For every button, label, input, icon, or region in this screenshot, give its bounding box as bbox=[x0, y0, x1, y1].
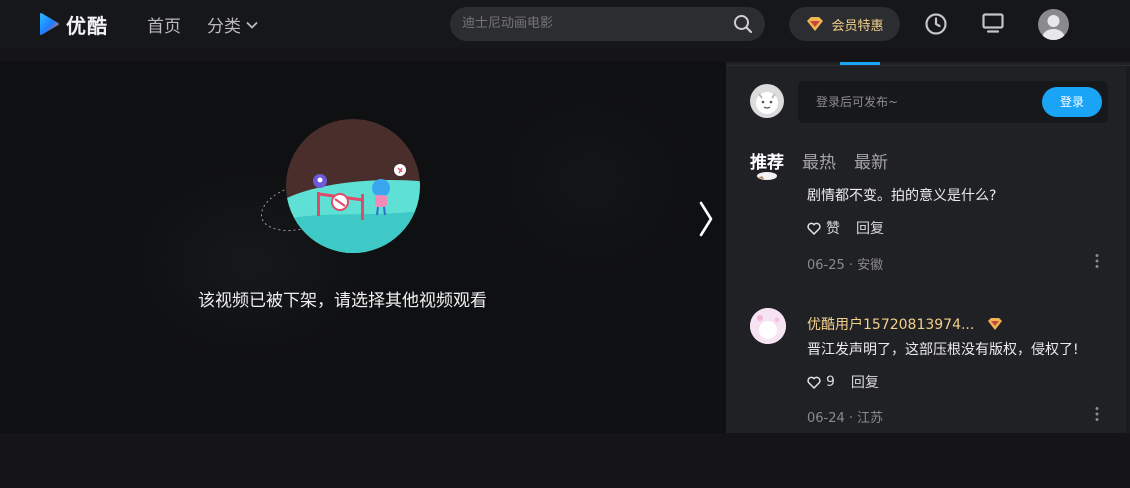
youku-play-logo-icon bbox=[40, 13, 59, 35]
vip-offer-button[interactable]: 会员特惠 bbox=[789, 7, 900, 41]
comment-sort-tabs: 推荐 最热 最新 bbox=[750, 148, 888, 173]
search-icon[interactable] bbox=[733, 14, 753, 34]
comments-panel: 登录后可发布~ 登录 推荐 最热 最新 剧情都不变。拍的意义是什么? 赞 回复 … bbox=[726, 62, 1130, 433]
tab-newest[interactable]: 最新 bbox=[854, 148, 888, 173]
more-options-icon[interactable] bbox=[1094, 253, 1100, 269]
vip-diamond-icon bbox=[807, 17, 824, 31]
search-bar bbox=[450, 7, 765, 41]
tab-recommended[interactable]: 推荐 bbox=[750, 148, 784, 173]
user-silhouette-icon bbox=[1042, 15, 1065, 40]
comments-scrollbar[interactable] bbox=[1126, 66, 1130, 433]
reply-button[interactable]: 回复 bbox=[851, 372, 879, 392]
more-options-icon[interactable] bbox=[1094, 406, 1100, 422]
comment-username[interactable]: 优酷用户15720813974... bbox=[807, 314, 1004, 334]
comment-input-placeholder: 登录后可发布~ bbox=[816, 95, 899, 109]
video-removed-message: 该视频已被下架，请选择其他视频观看 bbox=[198, 291, 487, 311]
vip-diamond-icon bbox=[988, 318, 1003, 330]
nav-category-menu[interactable]: 分类 bbox=[207, 12, 258, 37]
logo-text: 优酷 bbox=[66, 13, 108, 38]
comment-actions: 赞 回复 bbox=[807, 218, 884, 238]
chevron-right-icon[interactable] bbox=[696, 200, 716, 238]
comment-text: 剧情都不变。拍的意义是什么? bbox=[807, 188, 997, 204]
top-bar: 优酷 首页 分类 会员特惠 bbox=[0, 0, 1130, 48]
heart-icon[interactable] bbox=[807, 376, 821, 389]
video-player: 该视频已被下架，请选择其他视频观看 bbox=[0, 62, 726, 433]
comment-meta: 06-24 · 江苏 bbox=[807, 411, 884, 426]
comment-actions: 9 回复 bbox=[807, 372, 879, 392]
user-avatar-illustration-icon bbox=[750, 308, 786, 344]
reply-button[interactable]: 回复 bbox=[856, 218, 884, 238]
search-input[interactable] bbox=[462, 7, 722, 41]
vip-offer-label: 会员特惠 bbox=[831, 18, 884, 34]
youku-logo[interactable]: 优酷 bbox=[38, 10, 108, 38]
video-unavailable-illustration bbox=[261, 119, 420, 253]
comment-input-box[interactable]: 登录后可发布~ 登录 bbox=[798, 81, 1108, 123]
panel-divider bbox=[726, 65, 1130, 66]
guest-face-icon bbox=[756, 92, 778, 114]
chevron-down-icon bbox=[246, 21, 258, 29]
tv-screen-icon[interactable] bbox=[982, 13, 1004, 33]
nav-category-label: 分类 bbox=[207, 17, 241, 37]
heart-icon[interactable] bbox=[807, 222, 821, 235]
username-text: 优酷用户15720813974... bbox=[807, 317, 975, 333]
page-bottom-area bbox=[0, 433, 1130, 488]
user-avatar[interactable] bbox=[1038, 9, 1069, 40]
player-background-blur bbox=[480, 82, 700, 282]
active-tab-indicator bbox=[840, 62, 880, 65]
like-label[interactable]: 赞 bbox=[826, 218, 840, 238]
history-clock-icon[interactable] bbox=[924, 12, 948, 36]
comment-text: 晋江发声明了，这部压根没有版权，侵权了! bbox=[807, 342, 1079, 358]
avatar-bottom-fragment-icon bbox=[757, 172, 777, 180]
guest-avatar bbox=[750, 84, 784, 118]
nav-home-link[interactable]: 首页 bbox=[147, 12, 181, 37]
login-button[interactable]: 登录 bbox=[1042, 87, 1102, 117]
comment-avatar[interactable] bbox=[750, 172, 784, 190]
comment-meta: 06-25 · 安徽 bbox=[807, 258, 884, 273]
like-count[interactable]: 9 bbox=[826, 374, 835, 390]
comment-avatar[interactable] bbox=[750, 308, 786, 344]
tab-hottest[interactable]: 最热 bbox=[802, 148, 836, 173]
